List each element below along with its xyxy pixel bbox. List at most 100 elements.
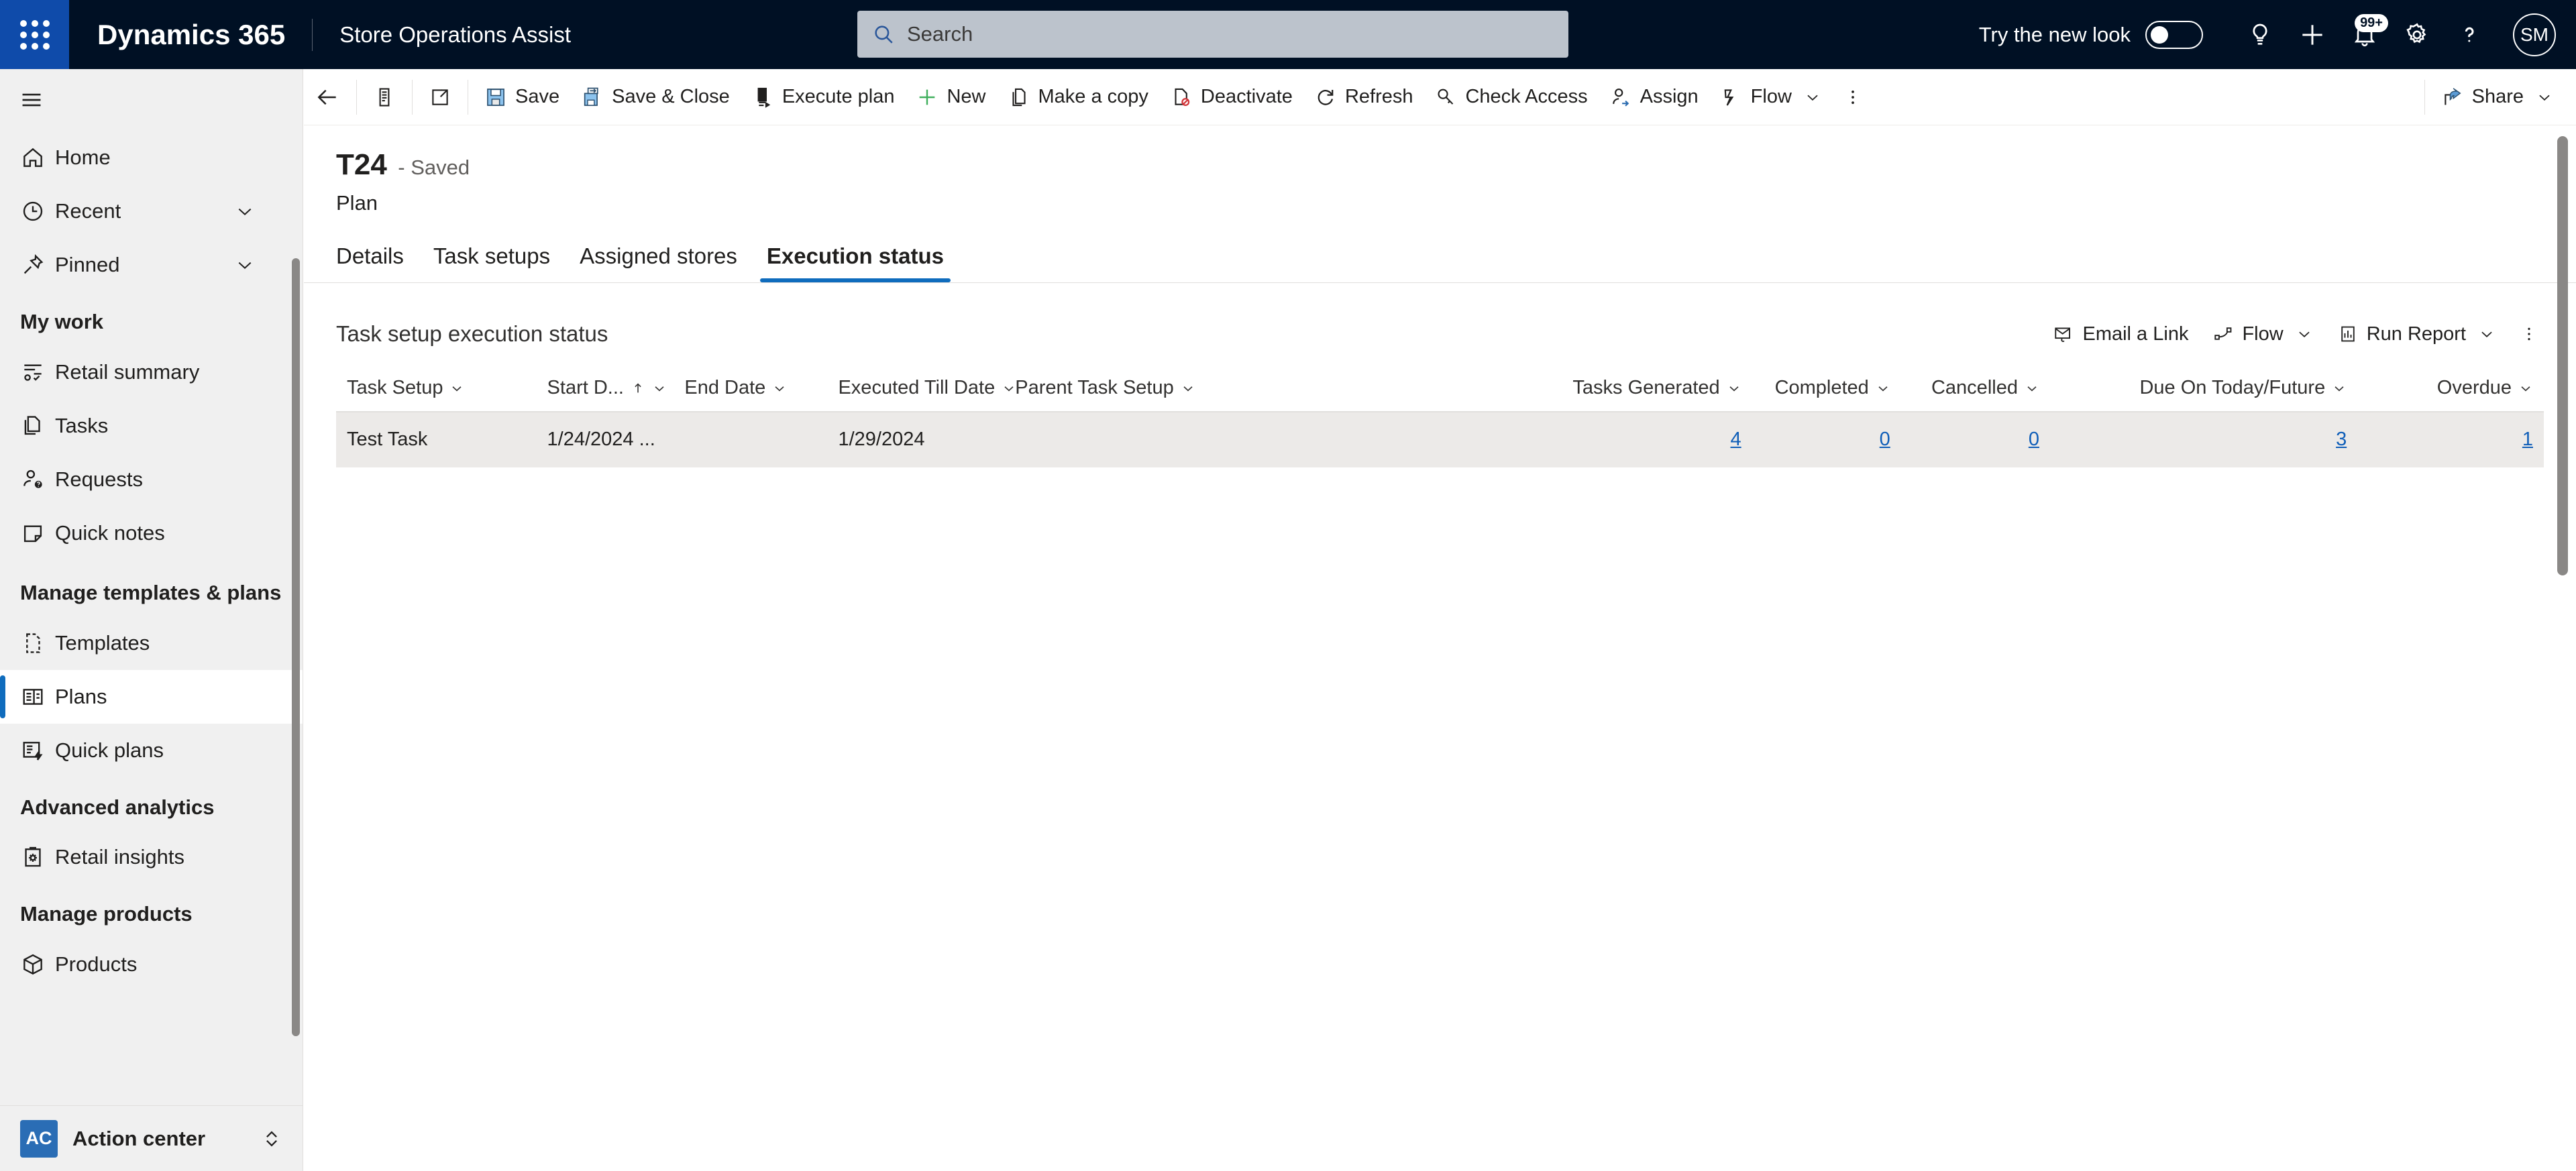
grid-flow-button[interactable]: Flow — [2200, 317, 2324, 352]
cell-tasks-generated: 4 — [1507, 412, 1752, 467]
execute-plan-icon — [757, 87, 771, 108]
search-input[interactable] — [907, 22, 1554, 46]
sidebar-toggle-button[interactable] — [0, 69, 303, 131]
check-access-button[interactable]: Check Access — [1424, 69, 1598, 125]
column-label: Executed Till Date — [838, 377, 996, 398]
column-label: Tasks Generated — [1572, 377, 1720, 398]
action-center-label: Action center — [72, 1126, 206, 1150]
grid-flow-label: Flow — [2242, 323, 2284, 345]
command-divider — [356, 79, 357, 115]
search-icon — [875, 25, 893, 44]
sidebar-scrollbar-thumb[interactable] — [292, 258, 300, 1036]
column-header-cancelled[interactable]: Cancelled — [1900, 365, 2050, 412]
flow-button[interactable]: Flow — [1709, 69, 1832, 125]
sidebar-item-templates[interactable]: Templates — [0, 616, 303, 670]
column-header-completed[interactable]: Completed — [1752, 365, 1901, 412]
share-button[interactable]: Share — [2430, 69, 2576, 125]
column-header-executed-till-date[interactable]: Executed Till Date — [827, 365, 1014, 412]
email-link-icon — [2055, 327, 2071, 342]
completed-link[interactable]: 0 — [1880, 429, 1890, 450]
new-button[interactable]: New — [905, 69, 996, 125]
analytics-icon — [20, 359, 55, 385]
tasks-generated-link[interactable]: 4 — [1731, 429, 1741, 450]
sidebar-item-label: Plans — [55, 684, 107, 708]
chevron-down-icon[interactable] — [2296, 325, 2313, 343]
sidebar-item-label: Recent — [55, 199, 121, 223]
sidebar-item-quick-notes[interactable]: Quick notes — [0, 506, 303, 560]
column-label: Task Setup — [347, 377, 443, 398]
top-header-bar: Dynamics 365 Store Operations Assist Try… — [0, 0, 2576, 69]
chevron-down-icon[interactable] — [2478, 325, 2496, 343]
clock-icon — [20, 199, 55, 224]
cell-parent-task-setup — [1004, 412, 1508, 467]
column-header-start-date[interactable]: Start D... — [536, 365, 674, 412]
column-header-overdue[interactable]: Overdue — [2357, 365, 2544, 412]
sidebar-item-tasks[interactable]: Tasks — [0, 399, 303, 453]
form-selector-button[interactable] — [362, 69, 407, 125]
main-scrollbar-thumb[interactable] — [2557, 136, 2568, 575]
cancelled-link[interactable]: 0 — [2029, 429, 2039, 450]
insights-button[interactable] — [2234, 9, 2286, 61]
email-a-link-button[interactable]: Email a Link — [2041, 317, 2200, 352]
column-header-due-on-today-future[interactable]: Due On Today/Future — [2049, 365, 2358, 412]
column-header-tasks-generated[interactable]: Tasks Generated — [1507, 365, 1752, 412]
help-button[interactable] — [2443, 9, 2496, 61]
avatar[interactable]: SM — [2513, 13, 2556, 56]
chevron-down-icon[interactable] — [234, 254, 256, 276]
column-header-end-date[interactable]: End Date — [674, 365, 828, 412]
cell-task-setup[interactable]: Test Task — [336, 412, 537, 467]
pin-icon — [20, 252, 55, 278]
due-on-today-future-link[interactable]: 3 — [2336, 429, 2347, 450]
column-label: Start D... — [547, 377, 624, 398]
sidebar-item-quick-plans[interactable]: Quick plans — [0, 724, 303, 777]
grid-overflow-button[interactable] — [2508, 317, 2544, 351]
tab-assigned-stores[interactable]: Assigned stores — [565, 238, 752, 282]
more-vertical-icon — [2528, 327, 2530, 341]
sidebar-item-requests[interactable]: Requests — [0, 453, 303, 506]
notification-badge: 99+ — [2355, 13, 2388, 32]
sidebar-group-advanced-analytics: Advanced analytics — [20, 795, 215, 819]
notifications-button[interactable]: 99+ — [2339, 9, 2391, 61]
action-center-badge: AC — [20, 1119, 58, 1158]
brand-title[interactable]: Dynamics 365 — [97, 19, 285, 51]
column-header-parent-task-setup[interactable]: Parent Task Setup — [1004, 365, 1508, 412]
sidebar-item-recent[interactable]: Recent — [0, 184, 303, 238]
chevron-down-icon — [2521, 386, 2530, 391]
run-report-button[interactable]: Run Report — [2325, 317, 2508, 352]
sidebar-item-retail-summary[interactable]: Retail summary — [0, 345, 303, 399]
tab-task-setups[interactable]: Task setups — [419, 238, 565, 282]
settings-button[interactable] — [2391, 9, 2443, 61]
refresh-button[interactable]: Refresh — [1303, 69, 1424, 125]
column-header-task-setup[interactable]: Task Setup — [336, 365, 537, 412]
sidebar-item-pinned[interactable]: Pinned — [0, 238, 303, 292]
chevron-down-icon — [1004, 386, 1014, 391]
deactivate-button[interactable]: Deactivate — [1159, 69, 1303, 125]
make-a-copy-button[interactable]: Make a copy — [997, 69, 1159, 125]
pop-out-button[interactable] — [418, 69, 462, 125]
tab-execution-status[interactable]: Execution status — [752, 238, 959, 282]
chevron-updown-icon[interactable] — [260, 1127, 283, 1150]
quick-create-button[interactable] — [2286, 9, 2339, 61]
app-launcher-button[interactable] — [0, 0, 69, 69]
sidebar-item-home[interactable]: Home — [0, 131, 303, 184]
main-content: T24 - Saved Plan Details Task setups Ass… — [304, 125, 2576, 1171]
assign-button[interactable]: Assign — [1599, 69, 1709, 125]
chevron-down-icon[interactable] — [2536, 89, 2553, 106]
chevron-down-icon[interactable] — [1804, 89, 1821, 106]
table-row[interactable]: Test Task 1/24/2024 ... 1/29/2024 4 0 0 — [336, 412, 2544, 467]
sidebar-item-retail-insights[interactable]: Retail insights — [0, 830, 303, 884]
action-center-button[interactable]: AC Action center — [0, 1105, 303, 1171]
chevron-down-icon[interactable] — [234, 201, 256, 222]
sidebar-item-products[interactable]: Products — [0, 938, 303, 991]
new-look-toggle[interactable] — [2145, 20, 2203, 49]
save-button[interactable]: Save — [474, 69, 570, 125]
sidebar-item-plans[interactable]: Plans — [0, 669, 303, 724]
overdue-link[interactable]: 1 — [2522, 429, 2533, 450]
tab-details[interactable]: Details — [336, 238, 419, 282]
execute-plan-button[interactable]: Execute plan — [741, 69, 906, 125]
search-box[interactable] — [857, 11, 1568, 58]
command-overflow-button[interactable] — [1832, 69, 1874, 125]
back-button[interactable] — [304, 69, 351, 125]
app-name[interactable]: Store Operations Assist — [339, 22, 571, 48]
save-and-close-button[interactable]: Save & Close — [570, 69, 741, 125]
